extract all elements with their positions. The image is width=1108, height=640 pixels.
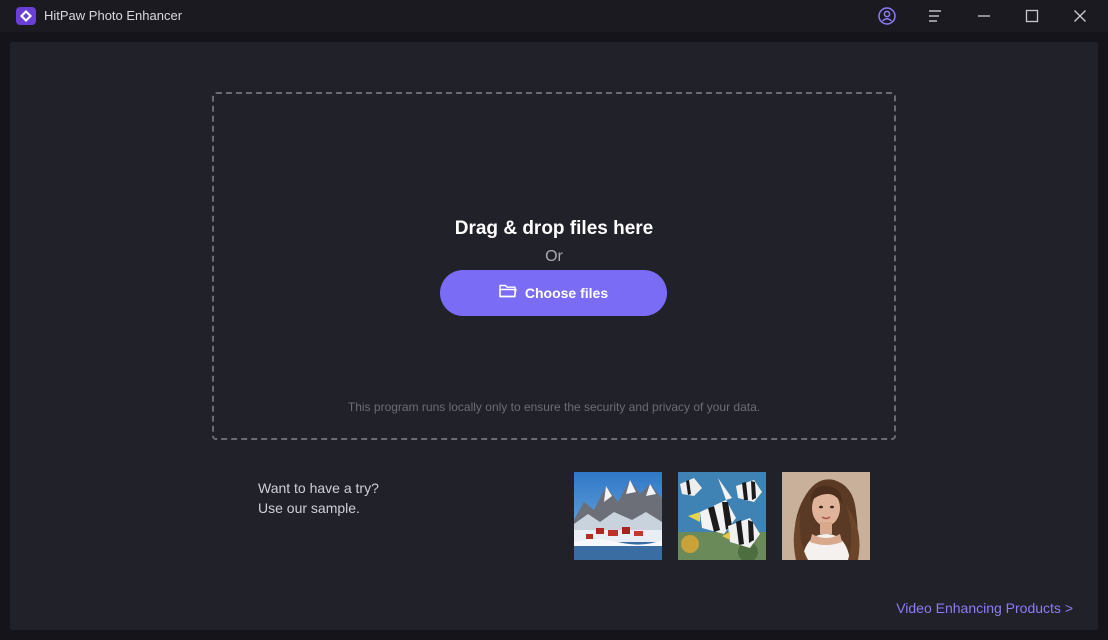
menu-icon[interactable]	[922, 4, 948, 28]
minimize-icon[interactable]	[971, 4, 997, 28]
choose-files-label: Choose files	[524, 285, 609, 301]
sample-prompt-line2: Use our sample.	[258, 500, 360, 516]
folder-icon	[499, 283, 517, 303]
privacy-note: This program runs locally only to ensure…	[347, 400, 761, 414]
close-icon[interactable]	[1067, 4, 1093, 28]
main-panel: Drag & drop files here Or Choose files T…	[10, 42, 1098, 630]
user-icon[interactable]	[874, 4, 900, 28]
title-bar: HitPaw Photo Enhancer	[0, 0, 1108, 32]
choose-files-button[interactable]: Choose files	[440, 270, 667, 316]
app-logo-icon	[16, 7, 36, 25]
maximize-icon[interactable]	[1019, 4, 1045, 28]
sample-prompt-line1: Want to have a try?	[258, 480, 379, 496]
sample-fish-image[interactable]	[678, 472, 766, 560]
or-label: Or	[545, 248, 563, 265]
drop-heading: Drag & drop files here	[454, 218, 654, 239]
sample-portrait-image[interactable]	[782, 472, 870, 560]
video-enhancing-products-link[interactable]: Video Enhancing Products >	[896, 600, 1073, 616]
sample-prompt: Want to have a try? Use our sample.	[258, 478, 379, 518]
app-title: HitPaw Photo Enhancer	[44, 8, 183, 23]
sample-landscape-image[interactable]	[574, 472, 662, 560]
drop-zone[interactable]: Drag & drop files here Or Choose files T…	[212, 92, 896, 440]
